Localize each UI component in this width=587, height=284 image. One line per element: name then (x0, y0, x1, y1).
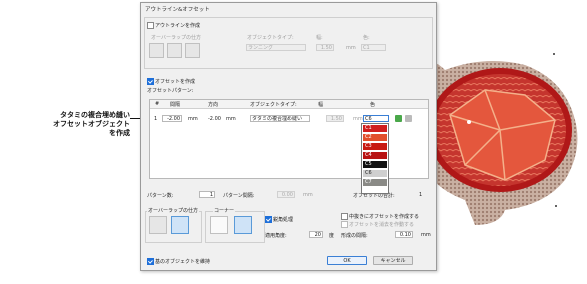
row-width-input[interactable]: 1.50 (326, 115, 344, 122)
middle-offset-checkbox[interactable] (341, 213, 348, 220)
ok-button[interactable]: OK (327, 256, 367, 265)
header-num: # (155, 101, 160, 107)
row-gap-input[interactable]: -2.00 (162, 115, 182, 122)
table-row[interactable]: 1 -2.00 mm -2.00 mm タタミの複合埋め縫い 1.50 mm C… (150, 114, 428, 123)
header-width: 幅 (318, 102, 324, 108)
pattern-count-label: パターン数: (147, 193, 174, 199)
remove-offset-label: オフセットを消去を作動する (349, 222, 415, 228)
row-gap-unit: mm (188, 116, 198, 122)
pattern-gap-input[interactable]: 0.00 (277, 191, 295, 198)
row-num: 1 (154, 116, 158, 122)
outline-object-type-select[interactable]: ランニング (246, 44, 306, 51)
row-direction-unit: mm (226, 116, 236, 122)
sharp-corner-label: 鋭角処理 (273, 217, 294, 223)
outline-width-label: 幅: (316, 35, 323, 41)
color-option-c3[interactable]: C3 (363, 143, 387, 150)
keep-original-label: 基のオブジェクトを維持 (155, 259, 211, 265)
create-offset-checkbox[interactable] (147, 78, 154, 85)
callout-line-3: を作成 (109, 129, 130, 137)
outline-color-label: 色: (363, 35, 370, 41)
outline-overlap-option-2[interactable] (167, 43, 182, 58)
dialog-title: アウトライン&オフセット (145, 7, 210, 13)
corner-option-2[interactable] (234, 216, 252, 234)
overlap-option-1[interactable] (149, 216, 167, 234)
cancel-button[interactable]: キャンセル (373, 256, 413, 265)
outline-color-select[interactable]: C1 (361, 44, 386, 51)
outline-overlap-option-1[interactable] (149, 43, 164, 58)
corner-option-1[interactable] (210, 216, 228, 234)
header-color: 色 (370, 102, 376, 108)
pattern-gap-label: パターン間隔: (223, 193, 255, 199)
outline-overlap-option-3[interactable] (185, 43, 200, 58)
color-option-c4[interactable]: C4 (363, 152, 387, 159)
color-option-c6[interactable]: C6 (363, 170, 387, 177)
create-outline-checkbox[interactable] (147, 22, 154, 29)
outline-object-type-label: オブジェクトタイプ: (247, 35, 294, 41)
middle-offset-label: 中抜きにオフセットを作成する (349, 214, 420, 220)
remove-offset-checkbox[interactable] (341, 221, 348, 228)
header-object-type: オブジェクトタイプ: (250, 102, 297, 108)
callout-line-2: オフセットオブジェクト (53, 120, 130, 128)
header-gap: 間隔 (170, 102, 181, 108)
overlap-option-2[interactable] (171, 216, 189, 234)
shape-gap-label: 形成の間隔: (341, 233, 368, 239)
callout-line-1: タタミの複合埋め縫い (60, 111, 130, 119)
create-outline-label: アウトラインを作成 (155, 23, 201, 29)
overlap-group-label: オーバーラップの仕方 (147, 207, 199, 214)
color-option-c7[interactable]: C7 (363, 179, 387, 186)
color-option-c5[interactable]: C5 (363, 161, 387, 168)
sharp-corner-checkbox[interactable] (265, 216, 272, 223)
color-option-c1[interactable]: C1 (363, 125, 387, 132)
outline-width-input[interactable]: 1.50 (316, 44, 334, 51)
corner-group-label: コーナー (213, 207, 236, 214)
angle-unit: 度 (329, 233, 335, 239)
outline-overlap-label: オーバーラップの仕方 (151, 35, 201, 41)
row-direction: -2.00 (208, 116, 221, 122)
angle-label: 適用角度: (265, 233, 287, 239)
callout-text: タタミの複合埋め縫い オフセットオブジェクト を作成 (2, 111, 130, 138)
delete-row-icon[interactable] (405, 115, 412, 122)
keep-original-checkbox[interactable] (147, 258, 154, 265)
angle-input[interactable]: 20 (309, 231, 323, 238)
shape-gap-unit: mm (421, 232, 431, 238)
color-dropdown-list[interactable]: C1 C2 C3 C4 C5 C6 C7 (361, 123, 389, 194)
table-header: # 間隔 方向 オブジェクトタイプ: 幅 色 (150, 100, 428, 109)
color-option-c2[interactable]: C2 (363, 134, 387, 141)
add-row-icon[interactable] (395, 115, 402, 122)
row-object-type-select[interactable]: タタミの複合埋め縫い (250, 115, 310, 122)
header-direction: 方向 (208, 102, 219, 108)
offset-pattern-label: オフセットパターン: (147, 88, 194, 94)
offset-total-value: 1 (419, 192, 423, 198)
create-offset-label: オフセットを作成 (155, 79, 196, 85)
row-color-select[interactable]: C6 (363, 115, 389, 122)
shape-gap-input[interactable]: 0.10 (395, 231, 413, 238)
outline-offset-dialog: アウトライン&オフセット アウトラインを作成 オーバーラップの仕方 オブジェクト… (140, 2, 437, 271)
outline-width-unit: mm (346, 45, 356, 51)
pattern-gap-unit: mm (303, 192, 313, 198)
pattern-count-input[interactable]: 1 (199, 191, 215, 198)
row-width-unit: mm (353, 116, 363, 122)
